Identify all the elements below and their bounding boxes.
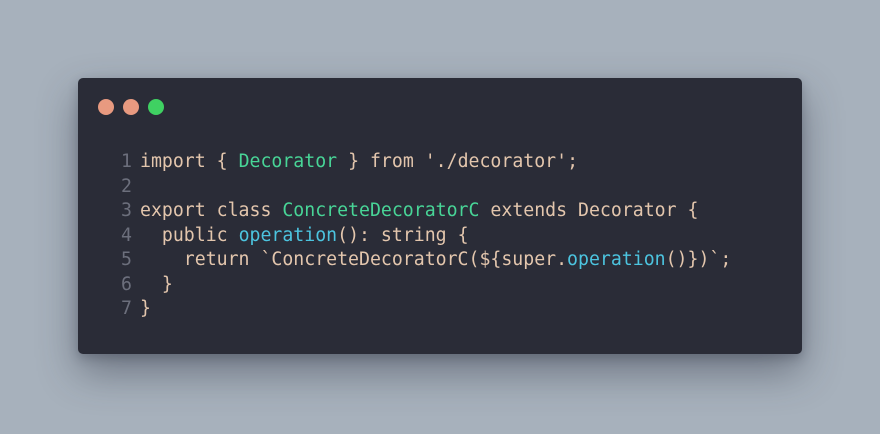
code-token: extends Decorator { (479, 200, 699, 221)
line-content: } (140, 273, 173, 298)
code-line: 3 export class ConcreteDecoratorC extends… (114, 199, 731, 224)
code-token: import { (140, 151, 239, 172)
code-token: operation (567, 249, 666, 270)
code-token: operation (238, 224, 338, 246)
maximize-button[interactable] (148, 99, 164, 115)
code-token: export class (140, 200, 283, 221)
line-content: export class ConcreteDecoratorC extends … (140, 199, 698, 224)
code-line: 5 return `ConcreteDecoratorC(${super.ope… (114, 248, 731, 273)
code-token: } from './decorator'; (337, 151, 579, 172)
code-line: 2 (114, 175, 731, 200)
code-block: 1 import { Decorator } from './decorator'… (114, 150, 731, 322)
line-number: 1 (121, 151, 132, 172)
code-token: } (140, 273, 173, 295)
code-token: ()})`; (665, 249, 732, 270)
line-number: 7 (121, 298, 132, 319)
line-content: } (140, 297, 151, 322)
line-content: import { Decorator } from './decorator'; (140, 150, 578, 175)
code-token: (): string { (337, 224, 469, 246)
line-content: return `ConcreteDecoratorC(${super.opera… (140, 248, 732, 273)
window-controls (98, 99, 164, 115)
code-token: public (140, 224, 239, 246)
close-button[interactable] (98, 99, 114, 115)
line-number: 3 (121, 200, 132, 221)
code-token: ConcreteDecoratorC (282, 200, 480, 221)
line-number: 5 (121, 249, 132, 270)
line-number: 4 (121, 224, 132, 246)
line-number: 2 (121, 175, 132, 197)
code-token: } (140, 298, 151, 319)
line-number: 6 (121, 273, 132, 295)
code-line: 1 import { Decorator } from './decorator'… (114, 150, 731, 175)
code-line: 6 } (114, 273, 731, 298)
minimize-button[interactable] (123, 99, 139, 115)
code-token: Decorator (238, 151, 338, 172)
code-window: 1 import { Decorator } from './decorator'… (78, 78, 802, 354)
code-line: 4 public operation(): string { (114, 224, 731, 249)
line-content: public operation(): string { (140, 224, 469, 249)
code-token: return `ConcreteDecoratorC(${super. (140, 249, 568, 270)
code-line: 7} (114, 297, 731, 322)
